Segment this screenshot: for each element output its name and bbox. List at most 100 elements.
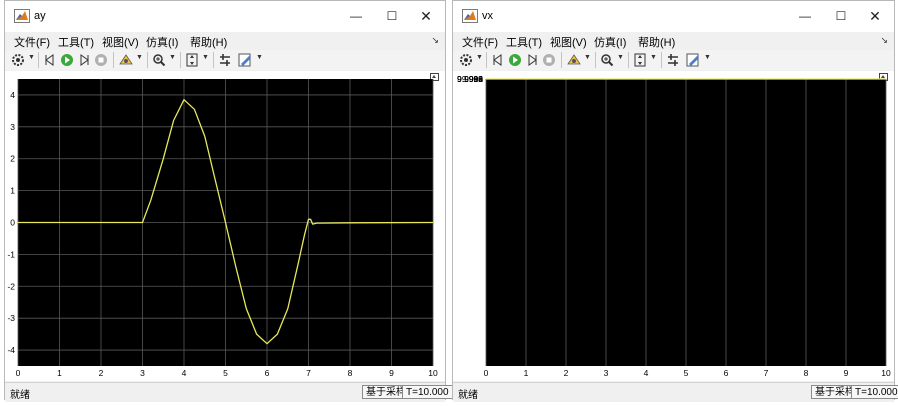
y-tick-label: 9.9988 [457,74,483,84]
toolbar-separator [486,52,487,68]
chevron-down-icon[interactable]: ▼ [136,54,143,61]
zoom-icon[interactable] [600,51,614,69]
menu-tools[interactable]: 工具(T) [506,34,542,50]
run-icon[interactable] [60,51,74,69]
step-forward-icon[interactable] [525,51,539,69]
menu-file[interactable]: 文件(F) [14,34,50,50]
menu-simulation[interactable]: 仿真(I) [594,34,626,50]
autoscale-icon[interactable] [633,51,647,69]
toolbar: ▼ ▼ ▼ ▼ ▼ [453,50,894,70]
matlab-logo-icon [14,9,30,23]
gear-icon[interactable] [459,51,473,69]
chevron-down-icon[interactable]: ▼ [28,54,35,61]
toolbar-separator [180,52,181,68]
x-tick-label: 8 [804,368,809,378]
scope-plot-vx[interactable]: 0 1 2 3 4 5 6 7 8 9 10109.99989.99969.99949.99929.… [453,71,894,381]
x-tick-label: 8 [348,368,353,378]
menu-help[interactable]: 帮助(H) [638,34,675,50]
menu-view[interactable]: 视图(V) [550,34,587,50]
x-tick-label: 0 [484,368,489,378]
chevron-down-icon[interactable]: ▼ [617,54,624,61]
cursor-icon[interactable] [666,51,680,69]
stop-icon[interactable] [94,51,108,69]
edit-icon[interactable] [685,51,701,69]
stop-icon[interactable] [542,51,556,69]
x-tick-label: 1 [57,368,62,378]
maximize-button[interactable]: ☐ [379,5,405,27]
status-text: 就绪 [10,390,30,401]
title-bar[interactable]: vx — ☐ ✕ [453,1,894,32]
menu-tools[interactable]: 工具(T) [58,34,94,50]
menu-expand-arrow-icon[interactable]: ↘ [880,35,888,46]
menu-simulation[interactable]: 仿真(I) [146,34,178,50]
chevron-down-icon[interactable]: ▼ [476,54,483,61]
y-tick-label: -4 [7,345,15,355]
y-tick-label: 0 [10,218,15,228]
title-bar[interactable]: ay — ☐ ✕ [5,1,445,32]
minimize-button[interactable]: — [343,5,369,27]
x-tick-label: 3 [140,368,145,378]
toolbar: ▼ ▼ ▼ ▼ ▼ [5,50,445,70]
toolbar-separator [561,52,562,68]
step-forward-icon[interactable] [77,51,91,69]
x-tick-label: 10 [428,368,438,378]
maximize-button[interactable]: ☐ [828,5,854,27]
menu-bar: 文件(F) 工具(T) 视图(V) 仿真(I) 帮助(H) ↘ [5,32,445,49]
y-tick-label: -1 [7,249,15,259]
y-tick-label: 2 [10,154,15,164]
x-tick-label: 7 [306,368,311,378]
toolbar-separator [628,52,629,68]
x-tick-label: 6 [724,368,729,378]
y-tick-label: -3 [7,313,15,323]
y-tick-label: 1 [10,186,15,196]
toolbar-separator [113,52,114,68]
run-icon[interactable] [508,51,522,69]
x-tick-label: 7 [764,368,769,378]
scope-window-ay: ay — ☐ ✕ 文件(F) 工具(T) 视图(V) 仿真(I) 帮助(H) ↘… [4,0,453,402]
highlight-icon[interactable] [118,51,134,69]
autoscale-icon[interactable] [185,51,199,69]
x-tick-label: 6 [265,368,270,378]
x-tick-label: 10 [881,368,891,378]
chevron-down-icon[interactable]: ▼ [704,54,711,61]
chevron-down-icon[interactable]: ▼ [169,54,176,61]
status-text: 就绪 [458,390,478,401]
scope-plot-ay[interactable]: 0 1 2 3 4 5 6 7 8 9 1043210-1-2-3-4 [5,71,445,381]
step-back-icon[interactable] [43,51,57,69]
status-bar: 就绪 基于采样 T=10.000 [5,382,453,402]
chevron-down-icon[interactable]: ▼ [584,54,591,61]
menu-file[interactable]: 文件(F) [462,34,498,50]
status-bar: 就绪 基于采样 T=10.000 [453,382,898,402]
step-back-icon[interactable] [491,51,505,69]
menu-help[interactable]: 帮助(H) [190,34,227,50]
menu-expand-arrow-icon[interactable]: ↘ [431,35,439,46]
sim-time: T=10.000 [851,385,898,399]
x-tick-label: 2 [564,368,569,378]
y-tick-label: 4 [10,90,15,100]
zoom-icon[interactable] [152,51,166,69]
window-title: ay [34,10,46,22]
minimize-button[interactable]: — [792,5,818,27]
plot-panel: 0 1 2 3 4 5 6 7 8 9 10 4 3 2 1 0 -1 -2 -3 -4 [5,71,445,381]
gear-icon[interactable] [11,51,25,69]
window-title: vx [482,10,493,22]
toolbar-separator [147,52,148,68]
close-button[interactable]: ✕ [862,5,888,27]
chevron-down-icon[interactable]: ▼ [256,54,263,61]
toolbar-separator [213,52,214,68]
chevron-down-icon[interactable]: ▼ [202,54,209,61]
x-tick-label: 9 [389,368,394,378]
y-tick-label: -2 [7,281,15,291]
edit-icon[interactable] [237,51,253,69]
chevron-down-icon[interactable]: ▼ [650,54,657,61]
close-button[interactable]: ✕ [413,5,439,27]
highlight-icon[interactable] [566,51,582,69]
cursor-icon[interactable] [218,51,232,69]
x-tick-label: 2 [99,368,104,378]
toolbar-separator [38,52,39,68]
plot-panel: 0 1 2 3 4 5 6 7 8 9 10 10 9.9998 9.9996 9.9994 9.9992 9.… [453,71,894,381]
menu-view[interactable]: 视图(V) [102,34,139,50]
toolbar-separator [595,52,596,68]
x-tick-label: 4 [182,368,187,378]
toolbar-separator [661,52,662,68]
